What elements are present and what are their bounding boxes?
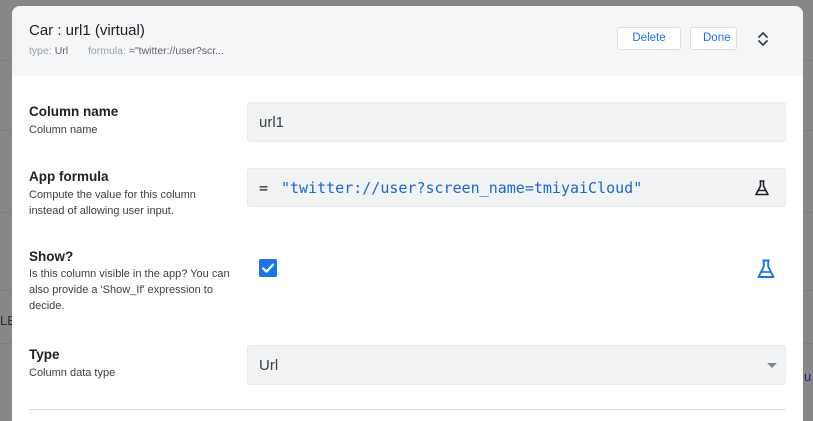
unfold-more-icon[interactable] bbox=[757, 30, 769, 48]
app-formula-label: App formula bbox=[29, 169, 109, 184]
formula-label: formula: bbox=[87, 45, 126, 57]
show-description: Is this column visible in the app? You c… bbox=[29, 268, 230, 312]
column-name-field[interactable]: url1 bbox=[247, 102, 786, 142]
type-value: Url bbox=[54, 45, 69, 57]
formula-expression: "twitter://user?screen_name=tmiyaiCloud" bbox=[281, 179, 643, 197]
flask-icon[interactable] bbox=[753, 179, 771, 197]
type-select[interactable]: Url bbox=[247, 345, 786, 385]
chevron-down-icon bbox=[767, 363, 777, 368]
divider bbox=[29, 409, 786, 410]
flask-icon[interactable] bbox=[755, 258, 777, 280]
type-value: Url bbox=[259, 357, 279, 374]
dialog-title: Car : url1 (virtual) bbox=[29, 22, 145, 39]
dialog-subtitle: type: Url formula: ="twitter://user?scr.… bbox=[29, 45, 224, 57]
background-text-fragment: u bbox=[804, 369, 812, 384]
type-description: Column data type bbox=[29, 367, 116, 379]
check-icon bbox=[261, 263, 275, 273]
dialog-header: Car : url1 (virtual) type: Url formula: … bbox=[12, 6, 803, 76]
app-formula-field[interactable]: = "twitter://user?screen_name=tmiyaiClou… bbox=[247, 168, 786, 207]
column-edit-dialog: Car : url1 (virtual) type: Url formula: … bbox=[12, 6, 803, 421]
app-formula-description: Compute the value for this column instea… bbox=[29, 189, 196, 217]
delete-button[interactable]: Delete bbox=[617, 27, 681, 50]
column-name-description: Column name bbox=[29, 124, 98, 136]
column-name-label: Column name bbox=[29, 104, 119, 119]
type-label: type: bbox=[29, 45, 52, 57]
formula-value: ="twitter://user?scr... bbox=[128, 45, 224, 57]
done-button[interactable]: Done bbox=[690, 27, 737, 50]
column-name-value: url1 bbox=[259, 114, 285, 131]
formula-equals: = bbox=[259, 179, 269, 197]
show-label: Show? bbox=[29, 249, 74, 264]
show-checkbox[interactable] bbox=[259, 259, 277, 277]
type-label: Type bbox=[29, 347, 60, 362]
